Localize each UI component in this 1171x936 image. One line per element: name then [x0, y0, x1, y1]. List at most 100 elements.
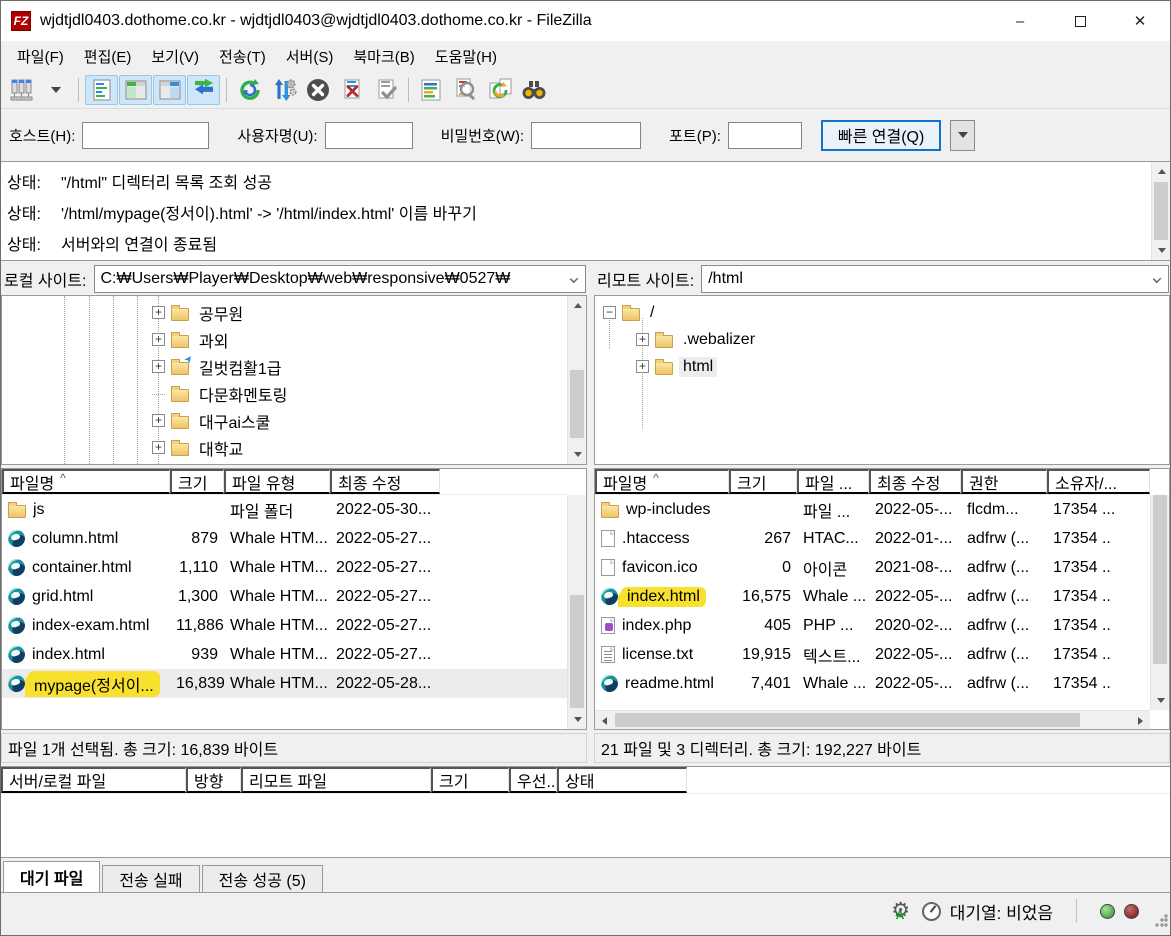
tree-expander-icon[interactable]	[636, 333, 649, 346]
file-row[interactable]: grid.html 1,300 Whale HTM... 2022-05-27.…	[2, 582, 567, 611]
column-header[interactable]: 서버/로컬 파일	[1, 767, 186, 793]
minimize-button[interactable]: –	[990, 1, 1050, 41]
menu-item[interactable]: 도움말(H)	[425, 42, 507, 71]
tree-expander-icon[interactable]	[152, 414, 165, 427]
tree-expander-icon[interactable]	[152, 306, 165, 319]
tree-item[interactable]: 대구ai스쿨	[2, 407, 586, 434]
column-header[interactable]: 파일명	[2, 469, 170, 494]
refresh-button[interactable]	[233, 75, 266, 105]
port-input[interactable]	[727, 121, 802, 149]
tree-expander-icon[interactable]	[152, 393, 165, 395]
find-files-button[interactable]	[517, 75, 550, 105]
message-log-scrollbar[interactable]	[1151, 162, 1170, 260]
file-row[interactable]: js 파일 폴더 2022-05-30...	[2, 495, 567, 524]
remote-site-combo[interactable]: /html	[701, 265, 1169, 293]
column-header[interactable]: 우선...	[509, 767, 557, 793]
site-manager-dropdown-button[interactable]	[39, 75, 72, 105]
column-header[interactable]: 권한	[961, 469, 1047, 494]
tree-expander-icon[interactable]	[603, 306, 616, 319]
local-list-scrollbar[interactable]	[567, 495, 586, 729]
speed-limit-icon[interactable]	[921, 901, 941, 921]
column-header[interactable]: 소유자/...	[1047, 469, 1150, 494]
disconnect-button[interactable]	[335, 75, 368, 105]
resize-grip[interactable]	[1154, 913, 1168, 927]
column-header[interactable]: 최종 수정	[869, 469, 961, 494]
directory-comparison-button[interactable]	[415, 75, 448, 105]
tree-expander-icon[interactable]	[152, 360, 165, 373]
queue-tab[interactable]: 전송 실패	[102, 865, 200, 892]
process-queue-button[interactable]	[267, 75, 300, 105]
quickconnect-button[interactable]: 빠른 연결(Q)	[820, 119, 942, 151]
file-row[interactable]: index.html 16,575 Whale ... 2022-05-... …	[595, 582, 1150, 611]
queue-tab[interactable]: 대기 파일	[3, 861, 101, 892]
scroll-down-button[interactable]	[1151, 691, 1169, 710]
menu-item[interactable]: 북마크(B)	[343, 42, 424, 71]
username-input[interactable]	[324, 121, 413, 149]
file-row[interactable]: license.txt 19,915 텍스트... 2022-05-... ad…	[595, 640, 1150, 669]
column-header[interactable]: 최종 수정	[330, 469, 440, 494]
file-row[interactable]: mypage(정서이... 16,839 Whale HTM... 2022-0…	[2, 669, 567, 698]
column-header[interactable]: 방향	[186, 767, 241, 793]
host-input[interactable]	[82, 121, 210, 149]
queue-view-toggle[interactable]	[187, 74, 220, 105]
scroll-up-button[interactable]	[568, 296, 586, 315]
file-row[interactable]: index-exam.html 11,886 Whale HTM... 2022…	[2, 611, 567, 640]
column-header[interactable]: 크기	[729, 469, 797, 494]
scroll-down-button[interactable]	[568, 710, 586, 729]
tree-item[interactable]: 다문화멘토링	[2, 380, 586, 407]
scroll-right-button[interactable]	[1131, 711, 1150, 729]
local-site-combo[interactable]: C:₩Users₩Player₩Desktop₩web₩responsive₩0…	[93, 265, 586, 293]
column-header[interactable]: 상태	[557, 767, 687, 793]
column-header[interactable]: 리모트 파일	[241, 767, 431, 793]
cancel-button[interactable]	[301, 75, 334, 105]
tree-item[interactable]: 길벗컴활1급	[2, 353, 586, 380]
column-header[interactable]: 파일 ...	[797, 469, 869, 494]
scrollbar-thumb[interactable]	[1154, 182, 1168, 240]
queue-tab[interactable]: 전송 성공 (5)	[201, 865, 323, 892]
tree-item[interactable]: .webalizer	[595, 326, 1169, 353]
tree-item[interactable]: 공무원	[2, 299, 586, 326]
tree-expander-icon[interactable]	[636, 360, 649, 373]
scrollbar-thumb[interactable]	[615, 713, 1080, 727]
synchronized-browsing-button[interactable]	[483, 75, 516, 105]
scrollbar-thumb[interactable]	[570, 595, 584, 708]
file-row[interactable]: favicon.ico 0 아이콘 2021-08-... adfrw (...…	[595, 553, 1150, 582]
file-row[interactable]: .htaccess 267 HTAC... 2022-01-... adfrw …	[595, 524, 1150, 553]
column-header[interactable]: 크기	[170, 469, 224, 494]
remote-list-hscrollbar[interactable]	[595, 710, 1150, 729]
local-tree-toggle[interactable]	[119, 74, 152, 105]
file-row[interactable]: container.html 1,110 Whale HTM... 2022-0…	[2, 553, 567, 582]
scroll-down-button[interactable]	[1152, 241, 1170, 260]
tree-item[interactable]: html	[595, 353, 1169, 380]
scrollbar-thumb[interactable]	[1153, 495, 1167, 664]
tree-expander-icon[interactable]	[152, 333, 165, 346]
file-row[interactable]: index.html 939 Whale HTM... 2022-05-27..…	[2, 640, 567, 669]
menu-item[interactable]: 전송(T)	[209, 42, 276, 71]
auto-transfer-mode-icon[interactable]: ⚙ A	[889, 899, 913, 923]
file-row[interactable]: wp-includes 파일 ... 2022-05-... flcdm... …	[595, 495, 1150, 524]
remote-tree-toggle[interactable]	[153, 74, 186, 105]
file-row[interactable]: column.html 879 Whale HTM... 2022-05-27.…	[2, 524, 567, 553]
menu-item[interactable]: 보기(V)	[141, 42, 209, 71]
filter-button[interactable]	[449, 75, 482, 105]
column-header[interactable]: 크기	[431, 767, 509, 793]
menu-item[interactable]: 파일(F)	[7, 42, 74, 71]
file-row[interactable]: index.php 405 PHP ... 2020-02-... adfrw …	[595, 611, 1150, 640]
local-tree-scrollbar[interactable]	[567, 296, 586, 464]
menu-item[interactable]: 서버(S)	[276, 42, 344, 71]
remote-list-vscrollbar[interactable]	[1150, 495, 1169, 710]
scroll-down-button[interactable]	[568, 445, 586, 464]
scrollbar-thumb[interactable]	[570, 370, 584, 438]
scroll-left-button[interactable]	[595, 711, 614, 729]
menu-item[interactable]: 편집(E)	[74, 42, 142, 71]
reconnect-button[interactable]	[369, 75, 402, 105]
site-manager-button[interactable]	[5, 75, 38, 105]
quickconnect-dropdown-button[interactable]	[950, 119, 976, 151]
column-header[interactable]: 파일 유형	[224, 469, 330, 494]
scroll-up-button[interactable]	[1152, 162, 1170, 181]
message-log-toggle[interactable]	[85, 74, 118, 105]
maximize-button[interactable]	[1050, 1, 1110, 41]
tree-item[interactable]: /	[595, 299, 1169, 326]
tree-expander-icon[interactable]	[152, 441, 165, 454]
column-header[interactable]: 파일명	[595, 469, 729, 494]
